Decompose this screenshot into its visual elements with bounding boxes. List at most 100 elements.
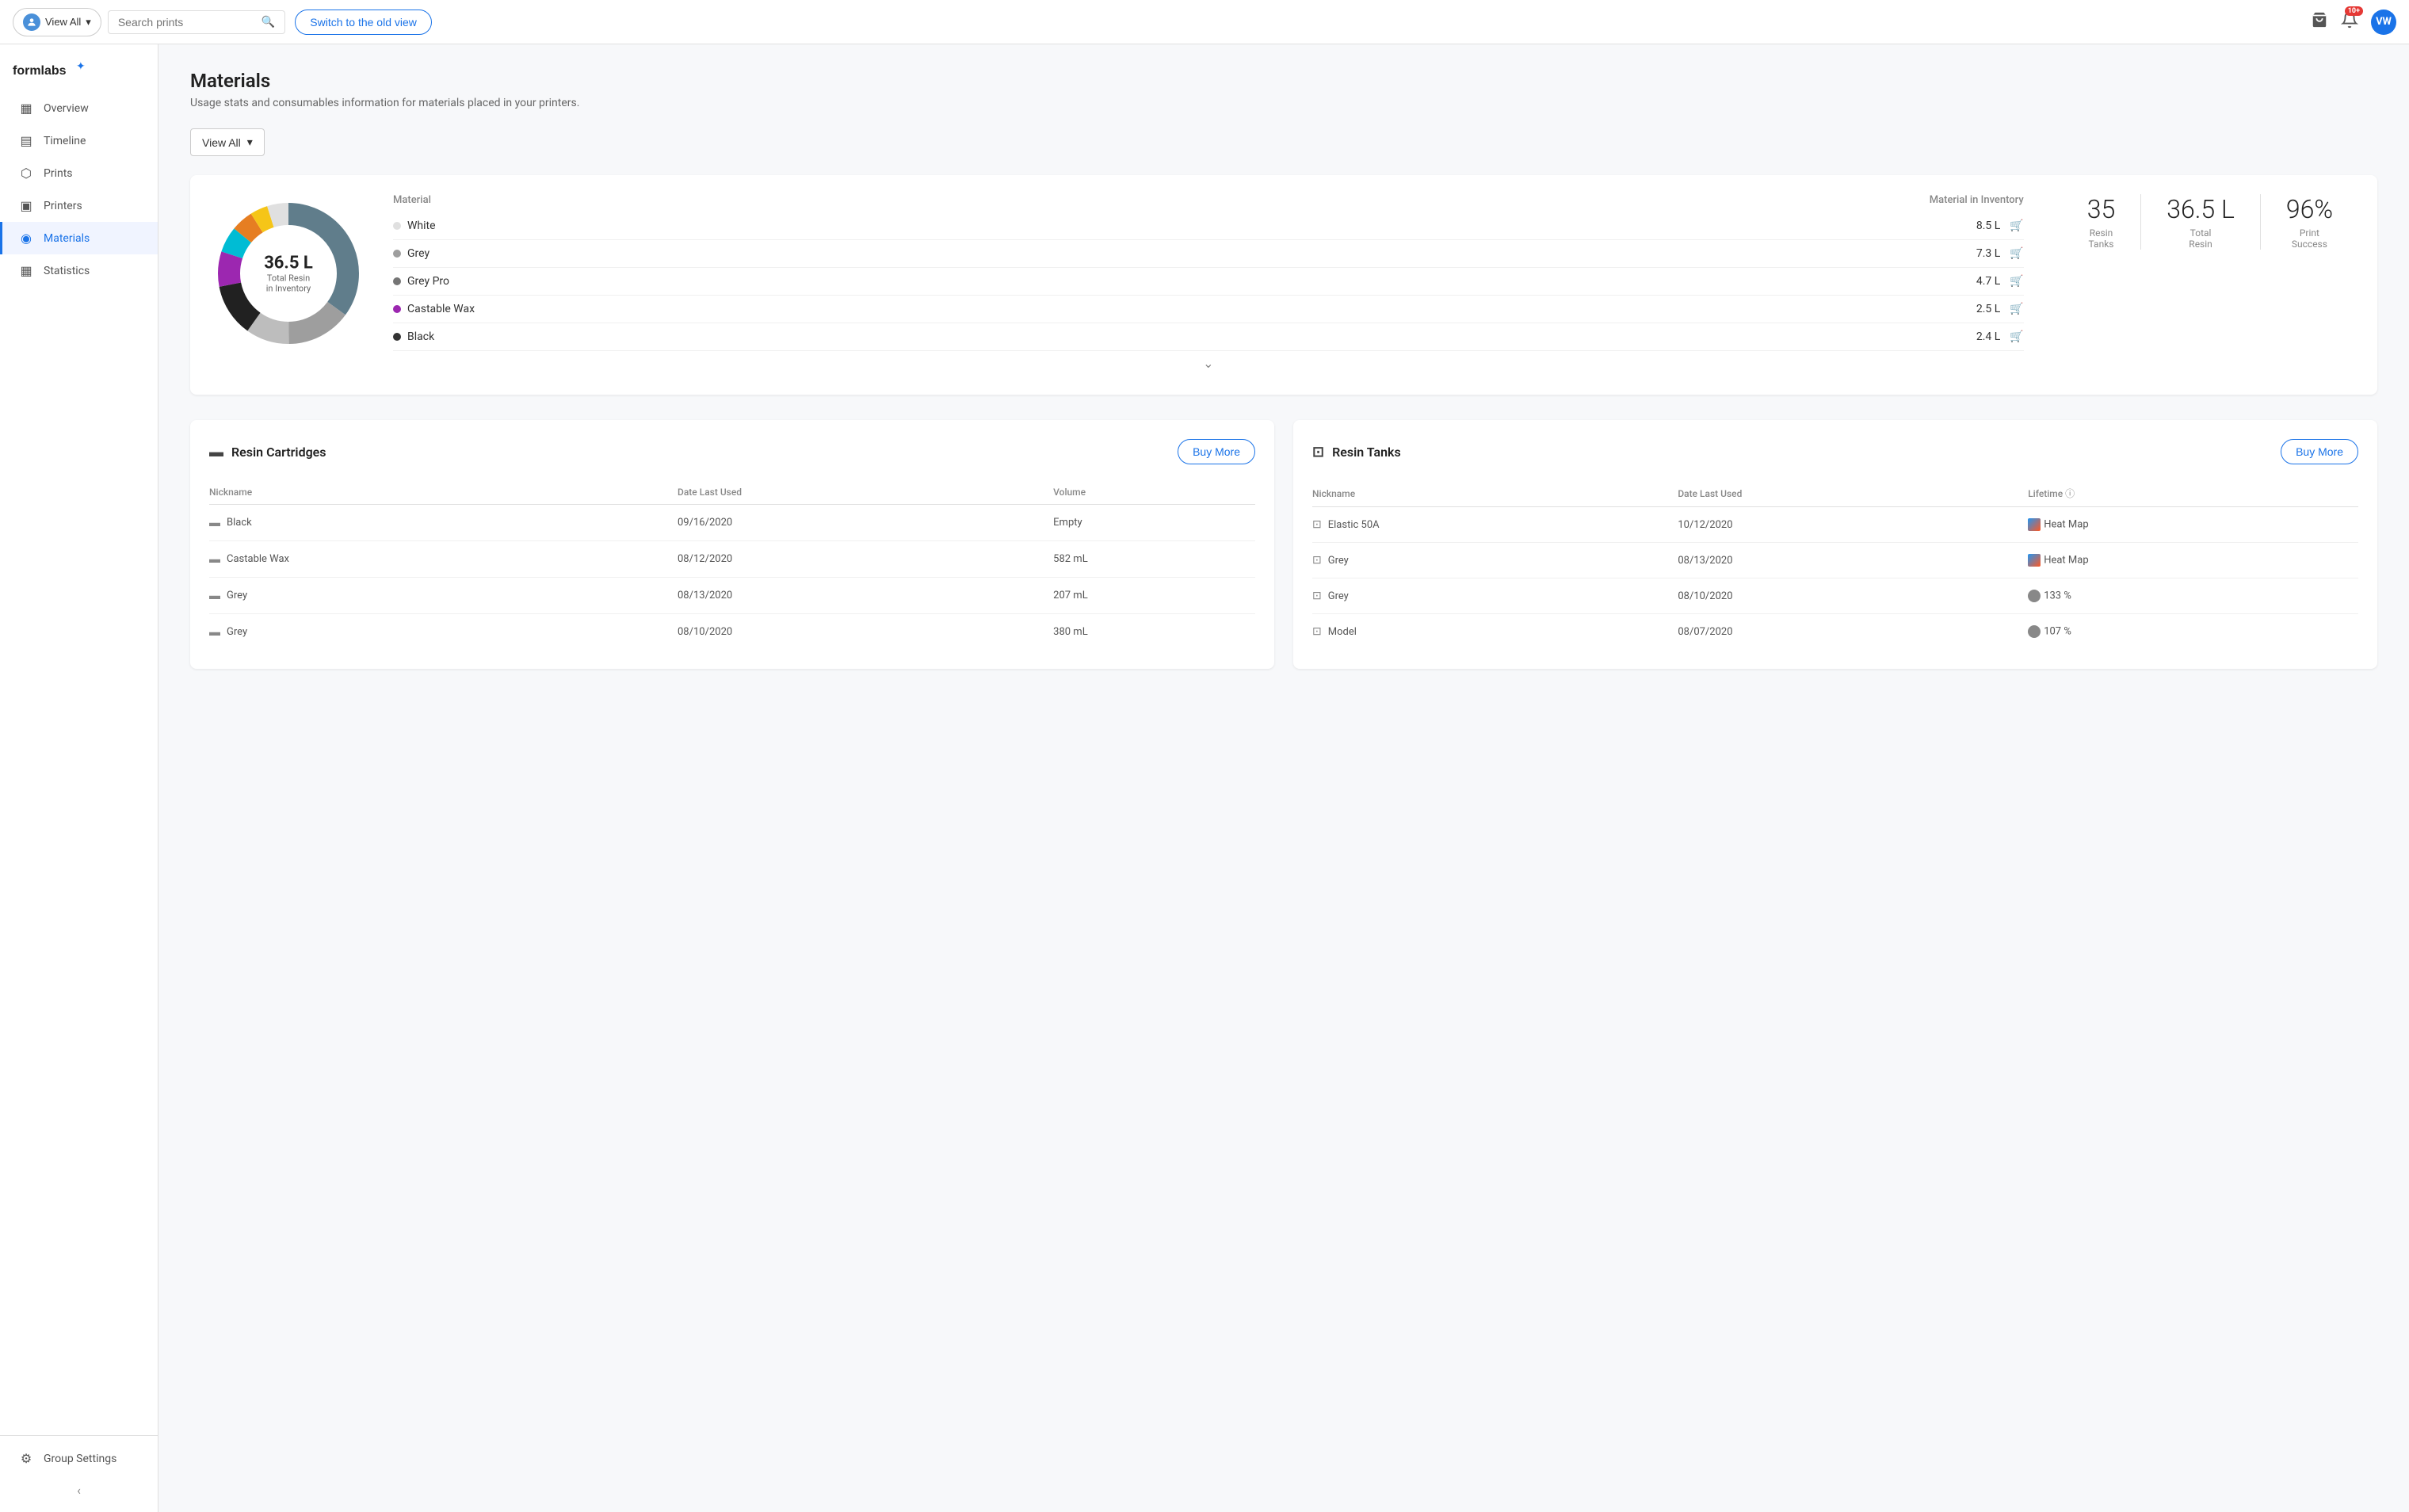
material-name: Black: [393, 330, 504, 343]
material-color-dot: [393, 222, 401, 230]
filter-label: View All: [202, 136, 241, 149]
table-row: ⊡ Grey 08/13/2020 Heat Map: [1312, 543, 2358, 578]
group-settings-label: Group Settings: [44, 1453, 116, 1465]
tank-lifetime: Heat Map: [2028, 507, 2358, 543]
material-label: Grey Pro: [407, 275, 449, 288]
cartridges-title-label: Resin Cartridges: [231, 445, 326, 460]
search-icon: 🔍: [262, 16, 275, 29]
sidebar-item-materials[interactable]: ◉Materials: [0, 222, 158, 254]
user-avatar[interactable]: VW: [2371, 10, 2396, 35]
sidebar-item-overview[interactable]: ▦Overview: [0, 92, 158, 124]
chevron-down-icon: ▾: [86, 16, 91, 29]
material-row: White 8.5 L 🛒: [393, 212, 2024, 240]
main-content: Materials Usage stats and consumables in…: [158, 44, 2409, 1512]
printers-nav-icon: ▣: [18, 198, 34, 213]
prints-nav-icon: ⬡: [18, 166, 34, 181]
cartridges-col-nickname: Nickname: [209, 480, 678, 505]
materials-table-header: Material Material in Inventory: [393, 194, 2024, 212]
statistics-nav-icon: ▦: [18, 263, 34, 278]
topbar-left: View All ▾ 🔍: [13, 8, 285, 36]
material-label: Castable Wax: [407, 303, 475, 315]
material-volume: 2.4 L: [1976, 330, 2000, 343]
summary-stat-0: 35 ResinTanks: [2062, 194, 2142, 250]
sidebar-item-group-settings[interactable]: ⚙ Group Settings: [0, 1442, 158, 1475]
tank-lifetime: 107 %: [2028, 614, 2358, 650]
summary-stats: 35 ResinTanks 36.5 L TotalResin 96% Prin…: [2062, 194, 2358, 250]
tank-item-icon: ⊡: [1312, 590, 1322, 602]
sidebar-label-overview: Overview: [44, 102, 89, 115]
resin-cartridges-card: ▬ Resin Cartridges Buy More Nickname Dat…: [190, 420, 1274, 669]
mat-col-inventory: Material in Inventory: [1930, 194, 2024, 206]
stats-area: 36.5 L Total Resin in Inventory Material…: [190, 175, 2377, 395]
cartridge-item-icon: ▬: [209, 552, 220, 566]
material-label: Grey: [407, 247, 429, 260]
lifetime-info-icon[interactable]: ⓘ: [2065, 488, 2075, 499]
cartridge-volume: 582 mL: [1053, 541, 1255, 578]
table-row: ▬ Black 09/16/2020 Empty: [209, 505, 1255, 541]
cart-icon[interactable]: [2311, 11, 2328, 32]
filter-dropdown[interactable]: View All ▾: [190, 128, 265, 156]
table-row: ▬ Castable Wax 08/12/2020 582 mL: [209, 541, 1255, 578]
material-color-dot: [393, 250, 401, 258]
cartridge-nickname: ▬ Grey: [209, 578, 678, 614]
tank-nickname: ⊡ Grey: [1312, 543, 1678, 578]
tank-date: 08/13/2020: [1678, 543, 2028, 578]
material-cart-icon[interactable]: 🛒: [2010, 220, 2023, 232]
sidebar-label-statistics: Statistics: [44, 265, 90, 277]
cartridges-table: Nickname Date Last Used Volume ▬ Black 0…: [209, 480, 1255, 650]
material-cart-icon: 🛒: [2010, 330, 2023, 343]
sidebar-item-prints[interactable]: ⬡Prints: [0, 157, 158, 189]
collapse-sidebar-button[interactable]: ‹: [0, 1475, 158, 1506]
stats-row: 36.5 L Total Resin in Inventory Material…: [209, 194, 2358, 376]
donut-sub1: Total Resin: [264, 273, 313, 284]
bell-icon[interactable]: 10+: [2341, 11, 2358, 32]
stat-label: ResinTanks: [2087, 227, 2116, 250]
filter-row: View All ▾: [190, 128, 2377, 156]
sidebar-item-statistics[interactable]: ▦ Statistics: [0, 254, 158, 287]
table-row: ⊡ Grey 08/10/2020 133 %: [1312, 578, 2358, 614]
summary-stat-2: 96% PrintSuccess: [2261, 194, 2358, 250]
cartridges-header: ▬ Resin Cartridges Buy More: [209, 439, 1255, 464]
sidebar-nav: ▦Overview▤Timeline⬡Prints▣Printers◉Mater…: [0, 92, 158, 287]
cartridge-item-icon: ▬: [209, 589, 220, 602]
switch-view-button[interactable]: Switch to the old view: [295, 10, 432, 35]
tanks-header: ⊡ Resin Tanks Buy More: [1312, 439, 2358, 464]
materials-rows: White 8.5 L 🛒 Grey 7.3 L 🛒 Grey Pro 4.7 …: [393, 212, 2024, 351]
tanks-buy-button[interactable]: Buy More: [2281, 439, 2358, 464]
tank-nickname: ⊡ Elastic 50A: [1312, 507, 1678, 543]
material-cart-icon[interactable]: 🛒: [2010, 275, 2023, 288]
view-all-button[interactable]: View All ▾: [13, 8, 101, 36]
tank-item-icon: ⊡: [1312, 625, 1322, 638]
tank-nickname: ⊡ Model: [1312, 614, 1678, 650]
formlabs-logo: formlabs ✦: [13, 60, 100, 79]
heat-map-icon: [2028, 518, 2041, 531]
search-input[interactable]: [118, 16, 262, 29]
material-cart-icon[interactable]: 🛒: [2010, 303, 2023, 315]
cartridge-item-icon: ▬: [209, 516, 220, 529]
cartridges-buy-button[interactable]: Buy More: [1178, 439, 1255, 464]
cartridges-title: ▬ Resin Cartridges: [209, 444, 326, 460]
expand-materials-button[interactable]: ⌄: [393, 351, 2024, 376]
sidebar-label-printers: Printers: [44, 200, 82, 212]
cartridge-date: 08/10/2020: [678, 614, 1053, 651]
table-row: ▬ Grey 08/13/2020 207 mL: [209, 578, 1255, 614]
sidebar-item-timeline[interactable]: ▤Timeline: [0, 124, 158, 157]
materials-table: Material Material in Inventory White 8.5…: [393, 194, 2024, 376]
stat-label: TotalResin: [2167, 227, 2235, 250]
sidebar-bottom: ⚙ Group Settings ‹: [0, 1435, 158, 1506]
pct-icon: [2028, 625, 2041, 638]
cartridge-volume: 207 mL: [1053, 578, 1255, 614]
topbar-right: 10+ VW: [2311, 10, 2396, 35]
material-cart-icon[interactable]: 🛒: [2010, 247, 2023, 260]
donut-value: 36.5 L: [264, 254, 313, 273]
cartridges-col-date: Date Last Used: [678, 480, 1053, 505]
cartridge-volume: Empty: [1053, 505, 1255, 541]
sidebar-item-printers[interactable]: ▣ Printers: [0, 189, 158, 222]
material-name: White: [393, 220, 504, 232]
svg-text:formlabs: formlabs: [13, 64, 67, 78]
sidebar-label-materials: Materials: [44, 232, 90, 245]
tanks-col-date: Date Last Used: [1678, 480, 2028, 507]
resin-tanks-card: ⊡ Resin Tanks Buy More Nickname Date Las…: [1293, 420, 2377, 669]
topbar: View All ▾ 🔍 Switch to the old view 10+ …: [0, 0, 2409, 44]
tank-date: 08/07/2020: [1678, 614, 2028, 650]
